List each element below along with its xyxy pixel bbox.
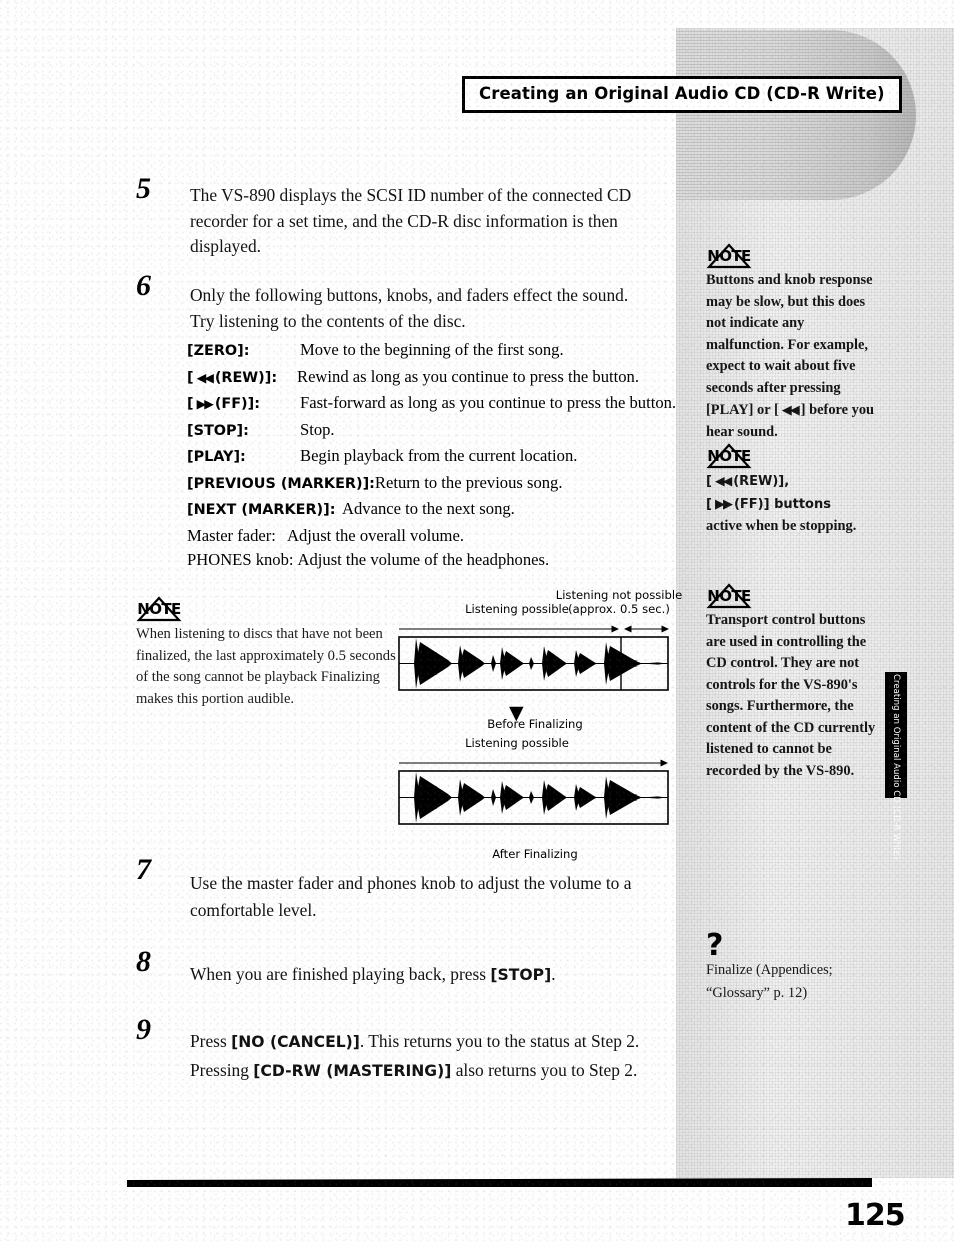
note-triangle-icon: NOTE xyxy=(706,243,752,269)
step-number-5: 5 xyxy=(136,172,151,205)
step-text-9: Press [NO (CANCEL)]. This returns you to… xyxy=(190,1027,680,1085)
button-label-stop: [STOP]: xyxy=(187,422,249,439)
note-icon-label: NOTE xyxy=(707,247,751,265)
sidebar-note2-line1: [◀◀ (REW)], xyxy=(706,470,878,493)
list-item-phones-knob: PHONES knob: Adjust the volume of the he… xyxy=(187,550,687,569)
button-desc-rew: Rewind as long as you continue to press … xyxy=(297,366,639,386)
button-label-ff-text: (FF)]: xyxy=(214,396,260,412)
sidebar-note3-paragraph: Transport control buttons are used in co… xyxy=(706,612,876,779)
glossary-reference-finalize: ? Finalize (Appendices; “Glossary” p. 12… xyxy=(706,928,878,1004)
running-head: Creating an Original Audio CD (CD-R Writ… xyxy=(462,76,902,113)
button-desc-stop: Stop. xyxy=(300,419,335,439)
button-desc-previous-marker: Return to the previous song. xyxy=(374,472,563,492)
step-number-9: 9 xyxy=(136,1013,151,1046)
step9-bold-cdrw-mastering: [CD-RW (MASTERING)] xyxy=(253,1062,452,1080)
figure1-label-listening-not-possible: Listening not possible (approx. 0.5 sec.… xyxy=(554,588,684,616)
sidebar-note1-buttons-line: [PLAY] or [◀◀] before you hear sound. xyxy=(706,400,878,443)
note-triangle-icon: NOTE xyxy=(136,596,182,622)
step-number-6: 6 xyxy=(136,269,151,302)
list-item-play: [PLAY]: Begin playback from the current … xyxy=(187,446,687,467)
note-callout-finalize: NOTE When listening to discs that have n… xyxy=(136,596,404,710)
step8-text-after: . xyxy=(551,964,556,984)
sidebar-note1-paragraph: Buttons and knob response may be slow, b… xyxy=(706,272,873,396)
note-icon-label: NOTE xyxy=(707,587,751,605)
chapter-thumb-tab: Creating an Original Audio CD (CD-R Writ… xyxy=(885,672,907,860)
step-number-7: 7 xyxy=(136,853,151,886)
note-triangle-icon: NOTE xyxy=(706,583,752,609)
scan-shadow-curve xyxy=(676,30,916,200)
step9-bold-no-cancel: [NO (CANCEL)] xyxy=(231,1033,360,1051)
figure2-waveform-graphic xyxy=(398,759,669,825)
figure2-label-listening-possible: Listening possible xyxy=(465,736,569,750)
chapter-thumb-tab-label: Creating an Original Audio CD (CD-R Writ… xyxy=(891,674,901,860)
list-item-zero: [ZERO]: Move to the beginning of the fir… xyxy=(187,340,687,361)
scanned-page: Creating an Original Audio CD (CD-R Writ… xyxy=(0,0,954,1241)
note-triangle-icon: NOTE xyxy=(706,443,752,469)
step9-line1-a: Press xyxy=(190,1031,232,1051)
list-item-stop: [STOP]: Stop. xyxy=(187,420,687,441)
figure1-waveform-graphic xyxy=(398,625,670,691)
sidebar-note1-line-b: ] before xyxy=(800,402,849,418)
button-label-rew: [◀◀ (REW)]: xyxy=(187,368,297,388)
sidebar-note2-line2-post: (FF)] buttons xyxy=(733,496,831,512)
bracket-open: [ xyxy=(187,396,194,412)
rewind-icon: ◀◀ xyxy=(196,369,214,385)
step-text-6: Only the following buttons, knobs, and f… xyxy=(190,285,629,331)
control-desc-phones-knob: Adjust the volume of the headphones. xyxy=(297,550,550,569)
list-item-ff: [▶▶ (FF)]: Fast-forward as long as you co… xyxy=(187,393,687,414)
rewind-icon: ◀◀ xyxy=(714,473,732,488)
figure-separator-arrow-icon: ▼ xyxy=(509,702,524,724)
sidebar-note-rew-ff-active: NOTE [◀◀ (REW)], [▶▶ (FF)] buttons active … xyxy=(706,443,878,538)
bracket-open: [ xyxy=(187,369,194,386)
button-desc-ff: Fast-forward as long as you continue to … xyxy=(300,393,677,412)
note-icon-label: NOTE xyxy=(137,600,181,618)
list-item-rew: [◀◀ (REW)]: Rewind as long as you continu… xyxy=(187,367,687,388)
sidebar-note2-line3: active when be stopping. xyxy=(706,518,857,534)
control-label-phones-knob: PHONES knob: xyxy=(187,550,294,569)
note-icon-label: NOTE xyxy=(707,447,751,465)
step9-line1-c: . This returns you to the status at Step… xyxy=(359,1031,640,1051)
sidebar-note1-line-a: [PLAY] or [ xyxy=(706,402,779,418)
figure1-label-line2: (approx. 0.5 sec.) xyxy=(568,602,670,616)
page-number: 125 xyxy=(845,1198,906,1233)
button-label-rew-text: (REW)]: xyxy=(214,369,278,386)
step8-bold-stop: [STOP] xyxy=(490,966,552,984)
button-desc-play: Begin playback from the current location… xyxy=(300,446,578,465)
step-number-8: 8 xyxy=(136,945,151,978)
sidebar-note2-line2: [▶▶ (FF)] buttons xyxy=(706,494,878,516)
button-desc-zero: Move to the beginning of the first song. xyxy=(300,340,564,359)
step-text-8: When you are finished playing back, pres… xyxy=(190,962,670,989)
button-label-next-marker: [NEXT (MARKER)]: xyxy=(187,502,336,518)
button-label-ff: [▶▶ (FF)]: xyxy=(187,394,300,414)
step-text-7: Use the master fader and phones knob to … xyxy=(190,873,632,920)
step9-line2-a: Pressing xyxy=(190,1060,254,1080)
list-item-next-marker: [NEXT (MARKER)]: Advance to the next son… xyxy=(187,499,687,520)
rewind-icon: ◀◀ xyxy=(781,403,800,418)
button-desc-next-marker: Advance to the next song. xyxy=(342,499,515,518)
fast-forward-icon: ▶▶ xyxy=(196,396,214,411)
step-text-5: The VS-890 displays the SCSI ID number o… xyxy=(190,185,632,256)
sidebar-note-response-delay: NOTE Buttons and knob response may be sl… xyxy=(706,243,878,443)
transport-button-list: [ZERO]: Move to the beginning of the fir… xyxy=(187,340,687,575)
fast-forward-icon: ▶▶ xyxy=(714,496,733,512)
footer-rule xyxy=(127,1178,872,1187)
button-label-zero: [ZERO]: xyxy=(187,343,250,359)
button-label-previous-marker: [PREVIOUS (MARKER)]: xyxy=(187,475,375,492)
sidebar-note-transport-controls: NOTE Transport control buttons are used … xyxy=(706,583,878,782)
glossary-line1: Finalize (Appendices; xyxy=(706,962,833,978)
figure1-caption: Before Finalizing xyxy=(487,717,583,731)
note-text-finalize: When listening to discs that have not be… xyxy=(136,626,396,707)
list-item-previous-marker: [PREVIOUS (MARKER)]: Return to the previ… xyxy=(187,473,687,494)
figure1-label-line1: Listening not possible xyxy=(555,588,683,602)
button-label-play: [PLAY]: xyxy=(187,449,246,465)
figure2-caption: After Finalizing xyxy=(492,847,578,861)
control-desc-master-fader: Adjust the overall volume. xyxy=(287,525,464,545)
step9-line2-c: also returns you to Step 2. xyxy=(451,1060,638,1080)
step8-text-before: When you are finished playing back, pres… xyxy=(190,964,491,984)
control-label-master-fader: Master fader: xyxy=(187,525,276,545)
question-mark-icon: ? xyxy=(706,928,724,963)
sidebar-note2-line1-post: (REW)], xyxy=(733,474,790,489)
list-item-master-fader: Master fader: Adjust the overall volume. xyxy=(187,526,687,545)
glossary-line2: “Glossary” p. 12) xyxy=(706,984,808,1001)
